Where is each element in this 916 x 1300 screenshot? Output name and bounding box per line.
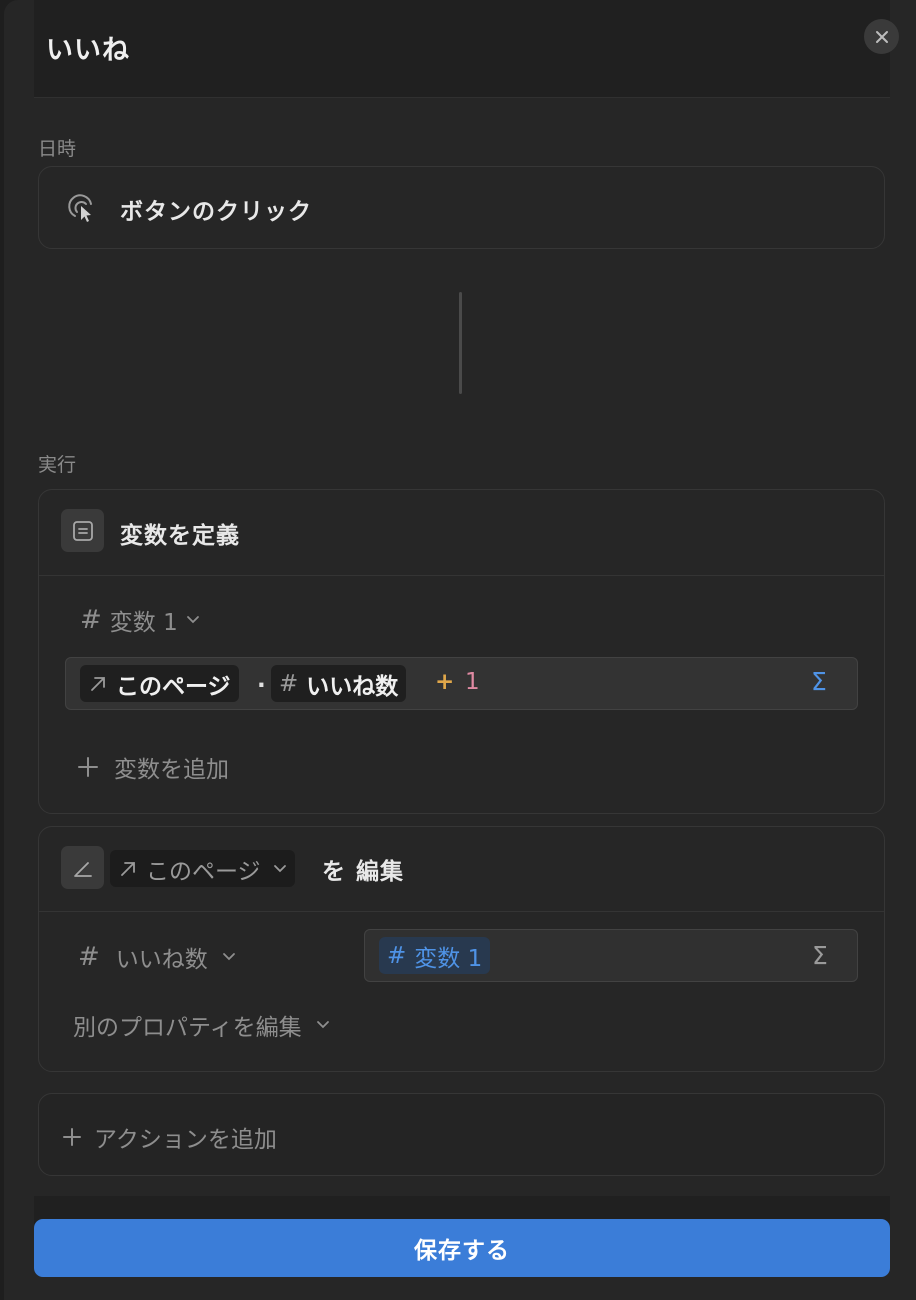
- card-divider: [39, 575, 884, 576]
- sigma-icon[interactable]: Σ: [812, 941, 828, 970]
- close-icon: [875, 30, 888, 43]
- property-name: いいね数: [115, 947, 208, 973]
- click-cursor-icon: [68, 194, 92, 222]
- execution-section-label: 実行: [38, 454, 77, 476]
- formula-operator: +: [435, 669, 455, 695]
- arrow-up-right-icon: [91, 676, 105, 691]
- property-dropdown[interactable]: # いいね数: [78, 940, 236, 974]
- flow-connector: [459, 292, 462, 394]
- variable-icon-box: [61, 509, 104, 552]
- hash-icon: #: [80, 605, 102, 635]
- variable-name-dropdown[interactable]: # 変数 1: [80, 603, 200, 637]
- card-divider: [39, 911, 884, 912]
- chevron-down-icon: [222, 953, 235, 961]
- target-page-dropdown[interactable]: このページ: [110, 850, 295, 887]
- property-chip[interactable]: # いいね数: [271, 665, 407, 702]
- target-page-label: このページ: [146, 858, 261, 885]
- variable-chip[interactable]: # 変数 1: [379, 937, 491, 974]
- edit-other-property-dropdown[interactable]: 別のプロパティを編集: [73, 1008, 330, 1042]
- trigger-label: ボタンのクリック: [120, 199, 312, 225]
- chevron-down-icon: [186, 616, 199, 624]
- plus-icon: [78, 757, 98, 777]
- sigma-icon[interactable]: Σ: [811, 667, 827, 696]
- hash-icon: #: [78, 942, 100, 972]
- close-button[interactable]: [864, 19, 899, 54]
- property-chip-label: いいね数: [306, 673, 399, 700]
- panel-header: [34, 0, 890, 98]
- add-action-row: アクションを追加: [62, 1120, 277, 1154]
- hash-icon: #: [279, 670, 299, 697]
- object-particle: を: [322, 859, 346, 885]
- plus-icon: [63, 1128, 81, 1146]
- define-variable-title: 変数を定義: [120, 523, 240, 549]
- edit-action-label: 編集: [356, 859, 404, 885]
- hash-icon: #: [387, 942, 407, 969]
- chevron-down-icon: [273, 864, 286, 872]
- page-chip[interactable]: このページ: [80, 665, 239, 702]
- edit-icon-box: [61, 846, 104, 889]
- add-action-label: アクションを追加: [94, 1127, 277, 1153]
- variable-icon: [72, 520, 93, 541]
- add-variable-label: 変数を追加: [114, 757, 229, 783]
- page-chip-label: このページ: [116, 673, 231, 700]
- formula-operand: 1: [465, 669, 480, 695]
- edit-other-property-label: 別のプロパティを編集: [73, 1015, 302, 1041]
- chevron-down-icon: [316, 1021, 329, 1029]
- pencil-icon: [73, 861, 92, 877]
- variable-chip-label: 変数 1: [414, 945, 483, 972]
- add-variable-button[interactable]: 変数を追加: [76, 750, 229, 784]
- arrow-up-right-icon: [121, 861, 135, 876]
- save-button[interactable]: 保存する: [34, 1219, 890, 1277]
- trigger-section-label: 日時: [38, 138, 77, 160]
- formula-dot: .: [257, 667, 266, 693]
- page-title: いいね: [46, 35, 130, 66]
- variable-name: 変数 1: [109, 610, 178, 636]
